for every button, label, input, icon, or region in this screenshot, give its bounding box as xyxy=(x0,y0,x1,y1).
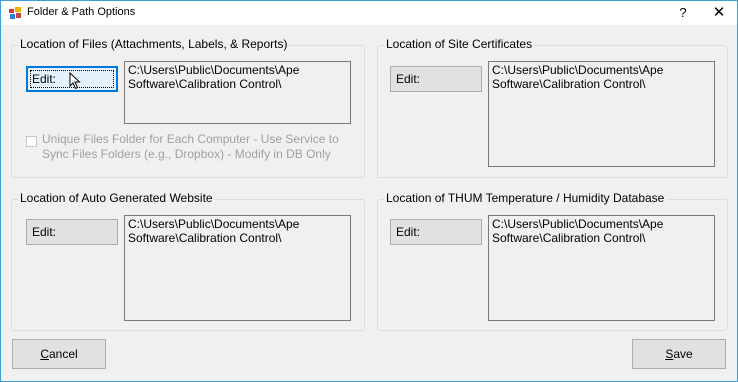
cancel-accelerator: C xyxy=(40,347,49,361)
close-button[interactable]: ✕ xyxy=(701,1,737,25)
save-label-rest: ave xyxy=(673,347,693,361)
thum-edit-button[interactable]: Edit: xyxy=(390,219,482,245)
unique-files-checkbox-row[interactable]: Unique Files Folder for Each Computer - … xyxy=(26,132,356,164)
thum-edit-label: Edit: xyxy=(396,225,421,239)
website-path-textbox[interactable]: C:\Users\Public\Documents\Ape Software\C… xyxy=(124,215,351,321)
thum-location-group: Location of THUM Temperature / Humidity … xyxy=(377,191,728,331)
website-edit-button[interactable]: Edit: xyxy=(26,219,118,245)
thum-location-label: Location of THUM Temperature / Humidity … xyxy=(384,191,667,205)
certificates-edit-button[interactable]: Edit: xyxy=(390,66,482,92)
folder-options-icon xyxy=(9,7,21,19)
help-button[interactable]: ? xyxy=(665,1,701,25)
website-location-label: Location of Auto Generated Website xyxy=(18,191,215,205)
certificates-location-group: Location of Site Certificates Edit: C:\U… xyxy=(377,37,728,178)
save-button[interactable]: Save xyxy=(632,339,726,369)
certificates-path-textbox[interactable]: C:\Users\Public\Documents\Ape Software\C… xyxy=(488,61,715,167)
title-bar: Folder & Path Options ? ✕ xyxy=(1,1,737,25)
dialog-client-area: Location of Files (Attachments, Labels, … xyxy=(1,25,737,381)
thum-path-textbox[interactable]: C:\Users\Public\Documents\Ape Software\C… xyxy=(488,215,715,321)
website-location-group: Location of Auto Generated Website Edit:… xyxy=(11,191,365,331)
unique-files-checkbox[interactable] xyxy=(26,136,37,147)
cancel-label-rest: ancel xyxy=(48,347,78,361)
window-title: Folder & Path Options xyxy=(27,6,136,18)
website-edit-label: Edit: xyxy=(32,225,57,239)
files-location-label: Location of Files (Attachments, Labels, … xyxy=(18,37,290,51)
folder-path-options-window: Folder & Path Options ? ✕ Location of Fi… xyxy=(0,0,738,382)
files-path-textbox[interactable]: C:\Users\Public\Documents\Ape Software\C… xyxy=(124,61,351,124)
files-location-group: Location of Files (Attachments, Labels, … xyxy=(11,37,365,178)
certificates-edit-label: Edit: xyxy=(396,72,421,86)
unique-files-checkbox-label: Unique Files Folder for Each Computer - … xyxy=(42,132,339,161)
mouse-pointer-icon xyxy=(69,72,81,90)
certificates-location-label: Location of Site Certificates xyxy=(384,37,535,51)
cancel-button[interactable]: Cancel xyxy=(12,339,106,369)
